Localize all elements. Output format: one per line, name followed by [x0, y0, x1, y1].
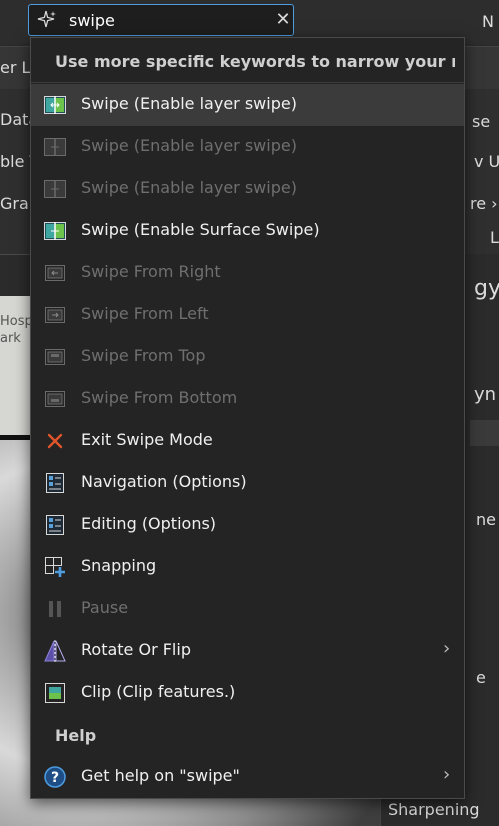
result-exit-swipe-mode[interactable]: Exit Swipe Mode: [31, 420, 464, 462]
result-label: Swipe From Left: [81, 304, 209, 323]
map-label: ark: [0, 331, 21, 346]
panel-subheading: yn: [474, 384, 497, 405]
surface-swipe-icon: [43, 219, 67, 243]
result-label: Clip (Clip features.): [81, 682, 236, 701]
result-snapping[interactable]: Snapping: [31, 546, 464, 588]
panel-text-sharpening: Sharpening: [388, 800, 480, 819]
result-label: Swipe From Bottom: [81, 388, 238, 407]
layer-swipe-icon: [43, 93, 67, 117]
result-label: Navigation (Options): [81, 472, 247, 491]
result-swipe-surface[interactable]: Swipe (Enable Surface Swipe): [31, 210, 464, 252]
result-label: Swipe (Enable layer swipe): [81, 136, 297, 155]
exit-x-icon: [43, 429, 67, 453]
options-list-icon: [43, 471, 67, 495]
result-swipe-from-top[interactable]: Swipe From Top: [31, 336, 464, 378]
result-swipe-from-left[interactable]: Swipe From Left: [31, 294, 464, 336]
search-input[interactable]: [69, 9, 259, 31]
ribbon-button-label[interactable]: se: [472, 112, 490, 131]
result-label: Get help on "swipe": [81, 766, 240, 785]
result-label: Exit Swipe Mode: [81, 430, 213, 449]
result-navigation-options[interactable]: Navigation (Options): [31, 462, 464, 504]
result-swipe-from-bottom[interactable]: Swipe From Bottom: [31, 378, 464, 420]
help-section-heading: Help: [55, 726, 97, 745]
panel-text: e: [476, 668, 486, 687]
result-clip-features[interactable]: Clip (Clip features.): [31, 672, 464, 714]
options-list-icon: [43, 513, 67, 537]
panel-text: ne: [476, 510, 496, 529]
result-swipe-layer-selected[interactable]: Swipe (Enable layer swipe): [31, 84, 464, 126]
result-swipe-layer[interactable]: Swipe (Enable layer swipe): [31, 126, 464, 168]
result-label: Swipe From Right: [81, 262, 221, 281]
panel-heading: gy: [474, 276, 499, 301]
ribbon-tab-label[interactable]: er L: [0, 58, 30, 77]
result-editing-options[interactable]: Editing (Options): [31, 504, 464, 546]
result-label: Swipe (Enable layer swipe): [81, 94, 297, 113]
result-label: Swipe (Enable layer swipe): [81, 178, 297, 197]
title-bar-text: N: [482, 12, 494, 31]
snapping-icon: [43, 555, 67, 579]
clear-search-icon[interactable]: ✕: [273, 10, 293, 30]
svg-text:?: ?: [51, 770, 59, 786]
chevron-right-icon[interactable]: ›: [443, 764, 450, 785]
search-results-dropdown: Use more specific keywords to narrow you…: [30, 37, 465, 799]
search-hint-text: Use more specific keywords to narrow you…: [55, 52, 455, 71]
panel-row-highlight: [470, 420, 499, 446]
map-label: Hosp: [0, 314, 33, 329]
result-get-help[interactable]: ? Get help on "swipe" ›: [31, 756, 464, 798]
swipe-from-top-icon: [43, 345, 67, 369]
command-search-box[interactable]: ✕: [28, 4, 294, 36]
swipe-from-left-icon: [43, 303, 67, 327]
help-icon: ?: [43, 765, 67, 789]
divider: [31, 82, 464, 83]
result-label: Swipe (Enable Surface Swipe): [81, 220, 320, 239]
ribbon-button-label[interactable]: L: [490, 228, 499, 247]
layer-swipe-icon: [43, 177, 67, 201]
result-label: Snapping: [81, 556, 157, 575]
pause-icon: [43, 597, 67, 621]
ribbon-button-label[interactable]: v U: [474, 152, 499, 171]
clip-icon: [43, 681, 67, 705]
layer-swipe-icon: [43, 135, 67, 159]
result-label: Swipe From Top: [81, 346, 206, 365]
result-pause[interactable]: Pause: [31, 588, 464, 630]
result-label: Rotate Or Flip: [81, 640, 191, 659]
result-label: Editing (Options): [81, 514, 217, 533]
result-rotate-or-flip[interactable]: Rotate Or Flip ›: [31, 630, 464, 672]
rotate-flip-icon: [43, 639, 67, 663]
swipe-from-bottom-icon: [43, 387, 67, 411]
result-swipe-layer[interactable]: Swipe (Enable layer swipe): [31, 168, 464, 210]
chevron-right-icon[interactable]: ›: [443, 638, 450, 659]
result-label: Pause: [81, 598, 129, 617]
result-swipe-from-right[interactable]: Swipe From Right: [31, 252, 464, 294]
ribbon-button-label[interactable]: re ›: [470, 194, 498, 213]
swipe-from-right-icon: [43, 261, 67, 285]
sparkle-search-icon: [36, 9, 58, 31]
